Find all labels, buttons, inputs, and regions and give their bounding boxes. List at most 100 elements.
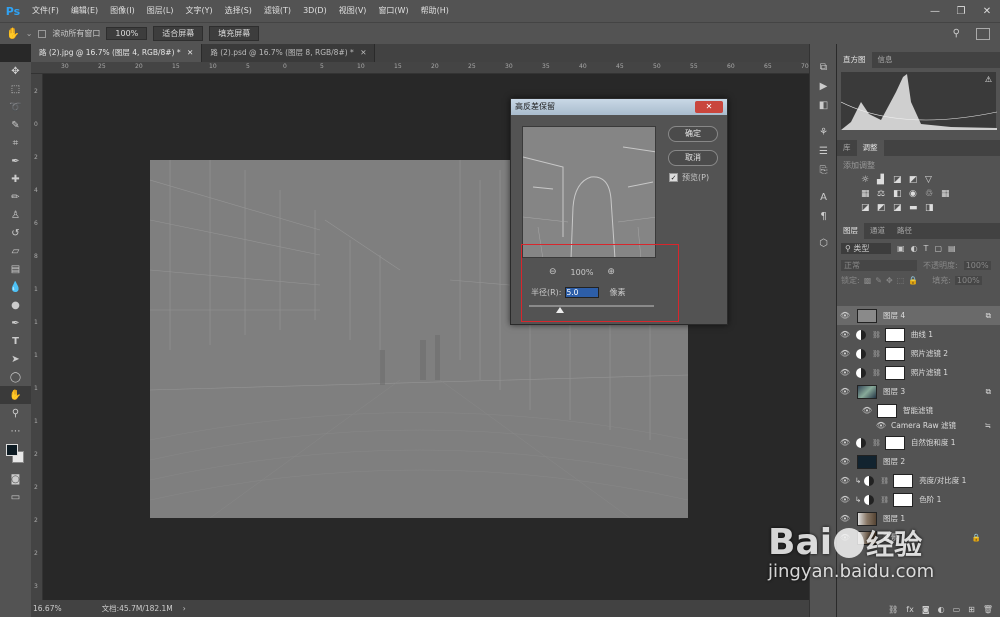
scroll-all-checkbox[interactable] bbox=[38, 29, 47, 38]
workspace-icon[interactable] bbox=[976, 27, 990, 40]
menu-edit[interactable]: 编辑(E) bbox=[65, 0, 104, 22]
gradient-tool-icon[interactable]: ▤ bbox=[0, 260, 31, 278]
zoom-level[interactable]: 16.67% bbox=[33, 604, 62, 613]
menu-help[interactable]: 帮助(H) bbox=[415, 0, 455, 22]
filter-type-icon[interactable]: T bbox=[924, 244, 929, 253]
layer-row[interactable]: 👁 ⛓ 照片滤镜 2 bbox=[837, 344, 1000, 363]
lock-all-icon[interactable]: 🔒 bbox=[908, 276, 918, 285]
vibrance-icon[interactable]: ▽ bbox=[925, 175, 939, 185]
color-swatches[interactable] bbox=[0, 440, 31, 470]
eraser-tool-icon[interactable]: ▱ bbox=[0, 242, 31, 260]
tab-close-icon[interactable]: ✕ bbox=[187, 48, 193, 57]
foreground-color-swatch[interactable] bbox=[6, 444, 18, 456]
filter-smart-icon[interactable]: ▤ bbox=[948, 244, 956, 253]
layer-row[interactable]: 👁 ⛓ 自然饱和度 1 bbox=[837, 433, 1000, 452]
tab-adjustments[interactable]: 调整 bbox=[856, 140, 884, 156]
visibility-eye-icon[interactable]: 👁 bbox=[837, 495, 853, 504]
menu-3d[interactable]: 3D(D) bbox=[297, 0, 333, 22]
more-tools-icon[interactable]: ⋯ bbox=[0, 422, 31, 440]
layer-row[interactable]: 👁 背景 🔒 bbox=[837, 528, 1000, 547]
menu-select[interactable]: 选择(S) bbox=[219, 0, 258, 22]
visibility-eye-icon[interactable]: 👁 bbox=[837, 330, 853, 339]
menu-view[interactable]: 视图(V) bbox=[333, 0, 373, 22]
invert-icon[interactable]: ◪ bbox=[861, 203, 875, 213]
menu-image[interactable]: 图像(I) bbox=[104, 0, 141, 22]
visibility-eye-icon[interactable]: 👁 bbox=[837, 514, 853, 523]
layer-filter-dropdown[interactable]: ⚲ 类型 bbox=[841, 243, 891, 254]
tab-library[interactable]: 库 bbox=[837, 140, 857, 156]
channel-mixer-icon[interactable]: ♲ bbox=[925, 189, 939, 199]
layer-row[interactable]: 👁 Camera Raw 滤镜 ≒ bbox=[837, 418, 1000, 433]
healing-brush-tool-icon[interactable]: ✚ bbox=[0, 170, 31, 188]
brush-panel-icon[interactable]: ⚘ bbox=[810, 123, 837, 142]
color-lookup-icon[interactable]: ▦ bbox=[941, 189, 955, 199]
visibility-eye-icon[interactable]: 👁 bbox=[837, 438, 853, 447]
menu-filter[interactable]: 滤镜(T) bbox=[258, 0, 297, 22]
posterize-icon[interactable]: ◩ bbox=[877, 203, 891, 213]
opacity-value[interactable]: 100% bbox=[963, 261, 991, 270]
filter-shape-icon[interactable]: ▢ bbox=[934, 244, 942, 253]
tab-paths[interactable]: 路径 bbox=[891, 223, 918, 239]
tool-preset-chevron-icon[interactable]: ⌄ bbox=[26, 29, 33, 38]
add-mask-icon[interactable]: ◙ bbox=[922, 605, 930, 614]
crop-tool-icon[interactable]: ⌗ bbox=[0, 134, 31, 152]
lasso-tool-icon[interactable]: ➰ bbox=[0, 98, 31, 116]
exposure-icon[interactable]: ◩ bbox=[909, 175, 923, 185]
eyedropper-tool-icon[interactable]: ✒ bbox=[0, 152, 31, 170]
properties-panel-icon[interactable]: ◧ bbox=[810, 96, 837, 115]
fill-value[interactable]: 100% bbox=[954, 276, 982, 285]
selective-color-icon[interactable]: ◨ bbox=[925, 203, 939, 213]
close-window-button[interactable]: ✕ bbox=[974, 0, 1000, 22]
layer-style-icon[interactable]: fx bbox=[906, 605, 914, 614]
tab-channels[interactable]: 通道 bbox=[864, 223, 891, 239]
gradient-map-icon[interactable]: ▬ bbox=[909, 203, 923, 213]
visibility-eye-icon[interactable]: 👁 bbox=[837, 387, 853, 396]
menu-layer[interactable]: 图层(L) bbox=[141, 0, 180, 22]
ok-button[interactable]: 确定 bbox=[668, 126, 718, 142]
lock-pixels-icon[interactable]: ✎ bbox=[875, 276, 882, 285]
brush-settings-icon[interactable]: ☰ bbox=[810, 142, 837, 161]
levels-icon[interactable]: ▟ bbox=[877, 175, 891, 185]
menu-window[interactable]: 窗口(W) bbox=[372, 0, 414, 22]
color-balance-icon[interactable]: ⚖ bbox=[877, 189, 891, 199]
blur-tool-icon[interactable]: 💧 bbox=[0, 278, 31, 296]
blend-mode-dropdown[interactable]: 正常 bbox=[841, 260, 917, 271]
layer-row[interactable]: 👁 图层 4 ⧉ bbox=[837, 306, 1000, 325]
actions-panel-icon[interactable]: ▶ bbox=[810, 77, 837, 96]
layer-row[interactable]: 👁 ↳ ⛓ 色阶 1 bbox=[837, 490, 1000, 509]
path-select-tool-icon[interactable]: ➤ bbox=[0, 350, 31, 368]
minimize-button[interactable]: — bbox=[922, 0, 948, 22]
search-icon[interactable]: ⚲ bbox=[953, 28, 960, 39]
tab-document-2[interactable]: 路 (2).psd @ 16.7% (图层 8, RGB/8#) * ✕ bbox=[202, 44, 376, 62]
tab-document-1[interactable]: 路 (2).jpg @ 16.7% (图层 4, RGB/8#) * ✕ bbox=[31, 44, 203, 62]
clone-source-icon[interactable]: ⎘ bbox=[810, 161, 837, 180]
lock-position-icon[interactable]: ✥ bbox=[886, 276, 893, 285]
visibility-eye-icon[interactable]: 👁 bbox=[837, 533, 853, 542]
ellipse-tool-icon[interactable]: ◯ bbox=[0, 368, 31, 386]
character-panel-icon[interactable]: A bbox=[810, 188, 837, 207]
layer-row[interactable]: 👁 ⛓ 照片滤镜 1 bbox=[837, 363, 1000, 382]
fit-screen-button[interactable]: 适合屏幕 bbox=[153, 26, 204, 41]
screen-mode-icon[interactable]: ▭ bbox=[0, 488, 31, 506]
brightness-icon[interactable]: ☼ bbox=[861, 175, 875, 185]
visibility-eye-icon[interactable]: 👁 bbox=[837, 457, 853, 466]
filter-adjust-icon[interactable]: ◐ bbox=[911, 244, 918, 253]
layer-row[interactable]: 👁 ↳ ⛓ 亮度/对比度 1 bbox=[837, 471, 1000, 490]
preview-checkbox[interactable]: ✓ bbox=[669, 173, 678, 182]
cancel-button[interactable]: 取消 bbox=[668, 150, 718, 166]
visibility-eye-icon[interactable]: 👁 bbox=[837, 311, 853, 320]
visibility-eye-icon[interactable]: 👁 bbox=[837, 476, 853, 485]
lock-transparent-icon[interactable]: ▩ bbox=[864, 276, 872, 285]
hand-tool-icon[interactable]: ✋ bbox=[0, 386, 31, 404]
hue-sat-icon[interactable]: ▦ bbox=[861, 189, 875, 199]
history-brush-tool-icon[interactable]: ↺ bbox=[0, 224, 31, 242]
tab-layers[interactable]: 图层 bbox=[837, 223, 864, 239]
new-adjustment-icon[interactable]: ◐ bbox=[938, 605, 945, 614]
zoom-100-button[interactable]: 100% bbox=[106, 27, 148, 40]
hand-tool-icon[interactable]: ✋ bbox=[6, 27, 20, 40]
new-group-icon[interactable]: ▭ bbox=[953, 605, 961, 614]
menu-file[interactable]: 文件(F) bbox=[26, 0, 65, 22]
layer-row[interactable]: 👁 图层 2 bbox=[837, 452, 1000, 471]
filter-options-icon[interactable]: ≒ bbox=[985, 421, 991, 430]
marquee-tool-icon[interactable]: ⬚ bbox=[0, 80, 31, 98]
